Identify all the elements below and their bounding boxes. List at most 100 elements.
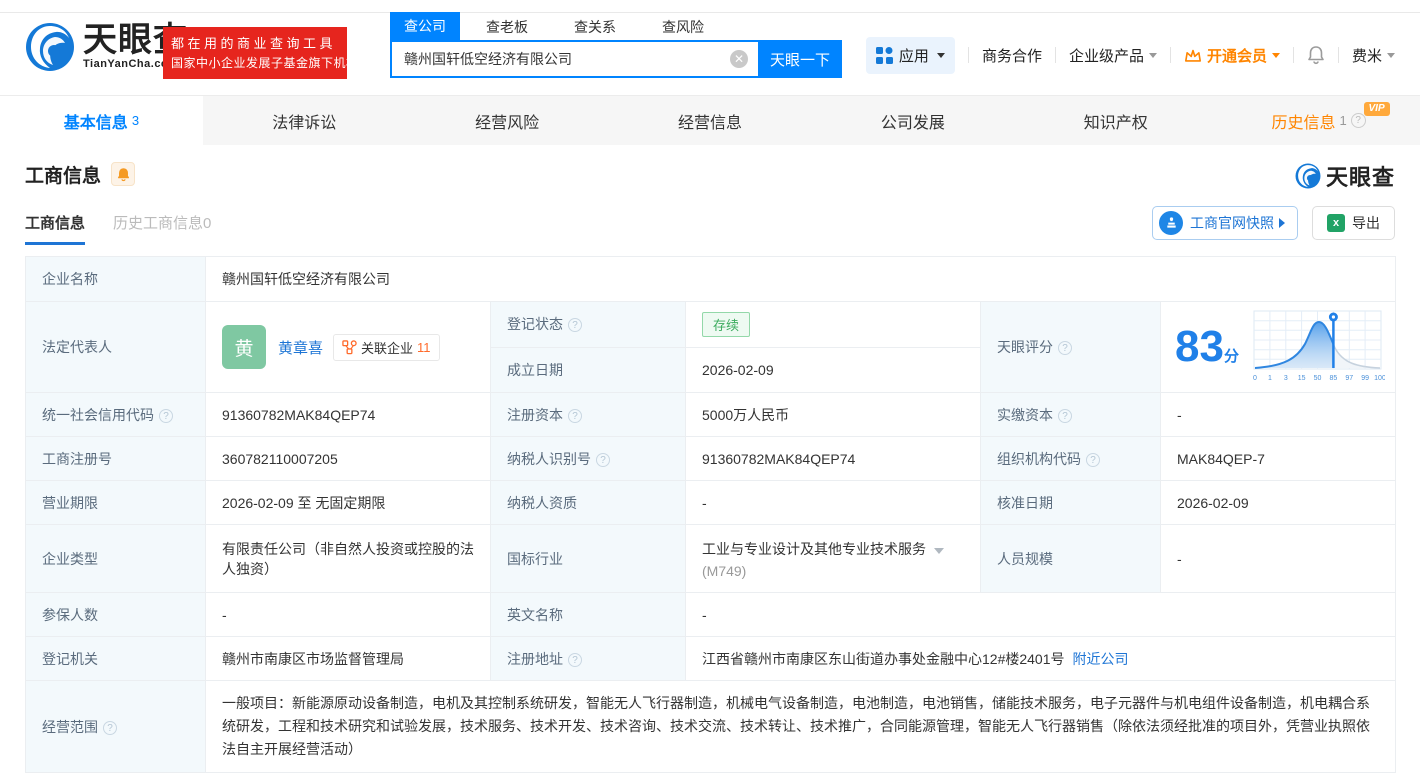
company-nav-tabs: 基本信息 3 法律诉讼 经营风险 经营信息 公司发展 知识产权 VIP 历史信息… <box>0 95 1420 145</box>
tab-intellectual-property[interactable]: 知识产权 <box>1014 96 1217 145</box>
score-axis-labels: 0 1 3 15 50 85 97 99 100 <box>1253 375 1385 382</box>
legal-rep-cell: 黄 黄章喜 关联企业 11 <box>205 301 491 393</box>
status-badge: 存续 <box>702 311 751 337</box>
enterprise-product-link[interactable]: 企业级产品 <box>1069 45 1157 66</box>
help-icon[interactable]: ? <box>1086 452 1100 467</box>
svg-text:3: 3 <box>1284 375 1288 382</box>
table-row: 企业类型 有限责任公司（非自然人投资或控股的法人独资） 国标行业 工业与专业设计… <box>25 524 1397 593</box>
svg-text:85: 85 <box>1330 375 1338 382</box>
clear-icon[interactable]: ✕ <box>730 50 748 68</box>
divider <box>1292 47 1294 63</box>
monitor-bell-button[interactable] <box>111 162 136 186</box>
taxpayer-quali-value: - <box>685 480 981 525</box>
help-icon[interactable]: ? <box>1058 341 1072 355</box>
divider <box>967 47 969 63</box>
taxpayer-id-value: 91360782MAK84QEP74 <box>685 436 981 481</box>
tab-operation-risk[interactable]: 经营风险 <box>406 96 609 145</box>
insured-count-value: - <box>205 592 491 637</box>
help-icon[interactable]: ? <box>1350 113 1366 128</box>
subtab-history-business-info[interactable]: 历史工商信息0 <box>113 212 211 245</box>
table-row: 企业名称 赣州国轩低空经济有限公司 <box>25 256 1397 302</box>
tab-history-info[interactable]: VIP 历史信息 1 ? <box>1217 96 1420 145</box>
tianyancha-logo-icon <box>26 23 74 71</box>
tab-basic-info[interactable]: 基本信息 3 <box>0 96 203 145</box>
score-chart: 0 1 3 15 50 85 97 99 100 <box>1253 310 1385 382</box>
search-button[interactable]: 天眼一下 <box>758 40 842 78</box>
credit-code-label: 统一社会信用代码? <box>25 392 206 437</box>
industry-code: (M749) <box>702 562 747 579</box>
chevron-down-icon[interactable] <box>934 547 944 554</box>
score-unit: 分 <box>1223 348 1239 365</box>
reg-status-label: 登记状态? <box>490 301 686 348</box>
org-code-value: MAK84QEP-7 <box>1159 436 1397 481</box>
nearby-companies-link[interactable]: 附近公司 <box>1073 651 1129 667</box>
tab-operation-info[interactable]: 经营信息 <box>609 96 812 145</box>
reg-capital-value: 5000万人民币 <box>685 392 981 437</box>
search-tab-relation[interactable]: 查关系 <box>564 14 626 40</box>
chevron-down-icon <box>1387 52 1395 58</box>
app-grid-icon <box>875 46 893 64</box>
help-icon[interactable]: ? <box>568 408 582 423</box>
credit-code-value: 91360782MAK84QEP74 <box>205 392 491 437</box>
header: 天眼查 TianYanCha.com 都在用的商业查询工具 国家中小企业发展子基… <box>0 0 1420 95</box>
score-value: 83 <box>1175 322 1224 371</box>
related-company-icon <box>342 339 357 354</box>
chevron-down-icon <box>1271 52 1280 58</box>
english-name-label: 英文名称 <box>490 592 686 637</box>
score-label: 天眼评分? <box>980 301 1161 393</box>
help-icon[interactable]: ? <box>568 318 582 333</box>
legal-rep-label: 法定代表人 <box>25 301 206 393</box>
business-scope-label: 经营范围? <box>25 680 206 773</box>
subtab-business-info[interactable]: 工商信息 <box>25 212 86 245</box>
tab-legal-litigation[interactable]: 法律诉讼 <box>203 96 406 145</box>
svg-text:50: 50 <box>1314 375 1322 382</box>
reg-authority-value: 赣州市南康区市场监督管理局 <box>205 636 491 681</box>
search-input[interactable] <box>390 40 758 78</box>
chevron-down-icon <box>1148 52 1157 58</box>
table-row: 工商注册号 360782110007205 纳税人识别号? 91360782MA… <box>25 436 1397 481</box>
industry-label: 国标行业 <box>490 524 686 593</box>
tab-count: 1 <box>1339 113 1347 128</box>
search-tab-boss[interactable]: 查老板 <box>476 14 538 40</box>
help-icon[interactable]: ? <box>568 652 582 667</box>
org-code-label: 组织机构代码? <box>980 436 1161 481</box>
help-icon[interactable]: ? <box>1058 408 1072 423</box>
search-tab-company[interactable]: 查公司 <box>390 12 460 40</box>
help-icon[interactable]: ? <box>596 452 610 467</box>
search-tab-risk[interactable]: 查风险 <box>652 14 714 40</box>
legal-rep-name-link[interactable]: 黄章喜 <box>278 337 323 358</box>
paid-capital-value: - <box>1159 392 1397 437</box>
svg-text:15: 15 <box>1298 375 1306 382</box>
establish-date-label: 成立日期 <box>490 346 686 393</box>
taxpayer-id-label: 纳税人识别号? <box>490 436 686 481</box>
apps-button[interactable]: 应用 <box>865 36 955 74</box>
arrow-right-icon <box>1279 218 1285 228</box>
approval-date-value: 2026-02-09 <box>1159 480 1397 525</box>
stamp-icon <box>1159 211 1183 235</box>
svg-text:1: 1 <box>1268 375 1272 382</box>
score-cell: 83分 0 1 3 15 50 85 97 99 100 <box>1159 301 1397 393</box>
tab-company-development[interactable]: 公司发展 <box>811 96 1014 145</box>
help-icon[interactable]: ? <box>103 720 117 735</box>
user-account-menu[interactable]: 费米 <box>1352 45 1395 66</box>
business-scope-value: 一般项目：新能源原动设备制造，电机及其控制系统研发，智能无人飞行器制造，机械电气… <box>204 680 1397 773</box>
apps-label: 应用 <box>898 47 929 65</box>
svg-text:99: 99 <box>1361 375 1369 382</box>
slogan-line2: 国家中小企业发展子基金旗下机构 <box>171 56 359 70</box>
avatar[interactable]: 黄 <box>222 325 266 369</box>
svg-text:97: 97 <box>1345 375 1353 382</box>
official-snapshot-button[interactable]: 工商官网快照 <box>1152 206 1298 240</box>
divider <box>1054 47 1056 63</box>
bell-icon <box>1308 46 1324 65</box>
open-vip-link[interactable]: 开通会员 <box>1184 45 1280 66</box>
svg-text:0: 0 <box>1253 375 1257 382</box>
notification-bell-button[interactable] <box>1307 45 1325 65</box>
search-block: 查公司 查老板 查关系 查风险 ✕ 天眼一下 <box>390 12 842 78</box>
export-button[interactable]: x 导出 <box>1312 206 1395 240</box>
reg-authority-label: 登记机关 <box>25 636 206 681</box>
related-companies-badge[interactable]: 关联企业 11 <box>333 333 440 361</box>
company-name-value: 赣州国轩低空经济有限公司 <box>204 256 1397 302</box>
business-cooperation-link[interactable]: 商务合作 <box>982 45 1042 66</box>
company-type-value: 有限责任公司（非自然人投资或控股的法人独资） <box>205 524 491 593</box>
help-icon[interactable]: ? <box>159 408 173 423</box>
